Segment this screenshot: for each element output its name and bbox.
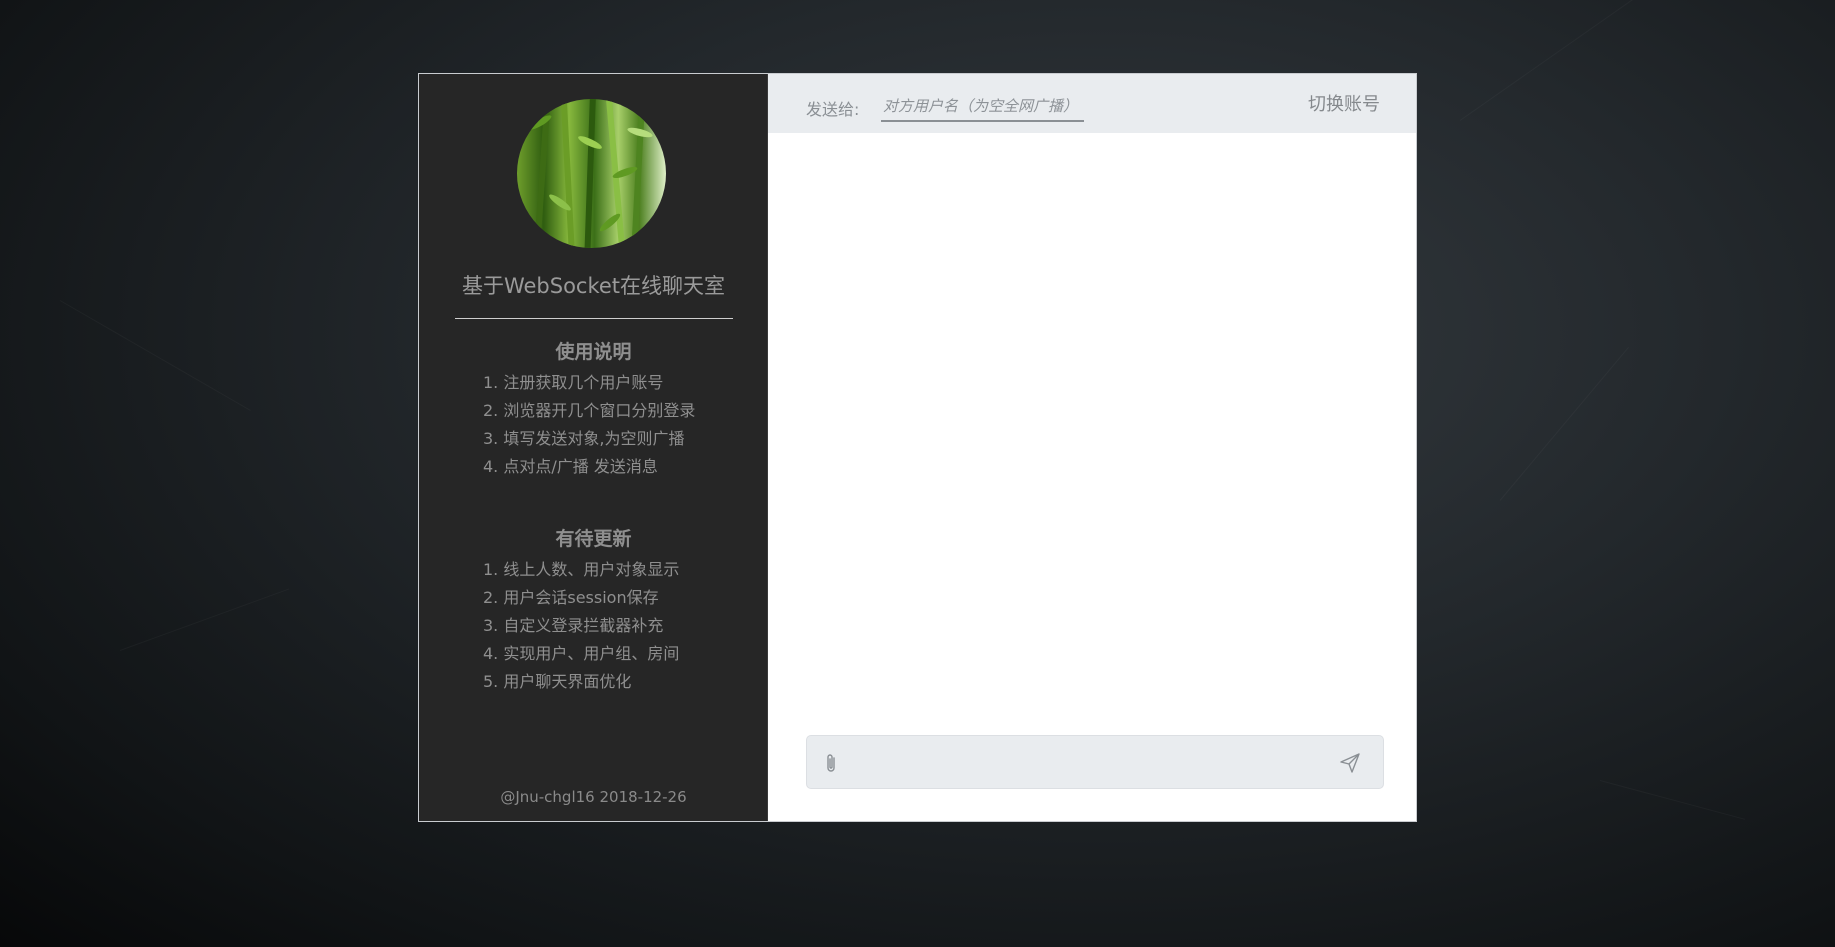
paper-plane-icon[interactable]	[1339, 752, 1361, 774]
message-list[interactable]	[768, 133, 1416, 731]
send-to-label: 发送给:	[806, 100, 860, 119]
usage-list: 1. 注册获取几个用户账号 2. 浏览器开几个窗口分别登录 3. 填写发送对象,…	[483, 369, 695, 481]
recipient-bar: 发送给: 切换账号	[768, 74, 1416, 133]
todo-list: 1. 线上人数、用户对象显示 2. 用户会话session保存 3. 自定义登录…	[483, 556, 679, 696]
todo-item: 3. 自定义登录拦截器补充	[483, 616, 664, 635]
bamboo-avatar	[517, 99, 666, 248]
todo-heading: 有待更新	[555, 528, 632, 550]
todo-item: 4. 实现用户、用户组、房间	[483, 644, 680, 663]
sidebar: 基于WebSocket在线聊天室 使用说明 1. 注册获取几个用户账号 2. 浏…	[419, 74, 768, 821]
usage-item: 1. 注册获取几个用户账号	[483, 373, 664, 392]
todo-item: 1. 线上人数、用户对象显示	[483, 560, 680, 579]
usage-item: 2. 浏览器开几个窗口分别登录	[483, 401, 696, 420]
todo-item: 5. 用户聊天界面优化	[483, 672, 632, 691]
recipient-input[interactable]	[881, 92, 1084, 122]
usage-item: 3. 填写发送对象,为空则广播	[483, 429, 685, 448]
todo-item: 2. 用户会话session保存	[483, 588, 659, 607]
message-input[interactable]	[853, 746, 1317, 780]
switch-account-button[interactable]: 切换账号	[1308, 90, 1380, 116]
title-divider	[455, 318, 733, 319]
chat-main: 发送给: 切换账号	[768, 74, 1416, 821]
chat-window: 基于WebSocket在线聊天室 使用说明 1. 注册获取几个用户账号 2. 浏…	[418, 73, 1417, 822]
message-composer	[806, 735, 1384, 789]
paperclip-icon[interactable]	[823, 752, 839, 774]
footer-credit: @Jnu-chgl16 2018-12-26	[500, 788, 687, 806]
usage-heading: 使用说明	[555, 341, 632, 363]
usage-item: 4. 点对点/广播 发送消息	[483, 457, 658, 476]
app-title: 基于WebSocket在线聊天室	[461, 274, 726, 298]
